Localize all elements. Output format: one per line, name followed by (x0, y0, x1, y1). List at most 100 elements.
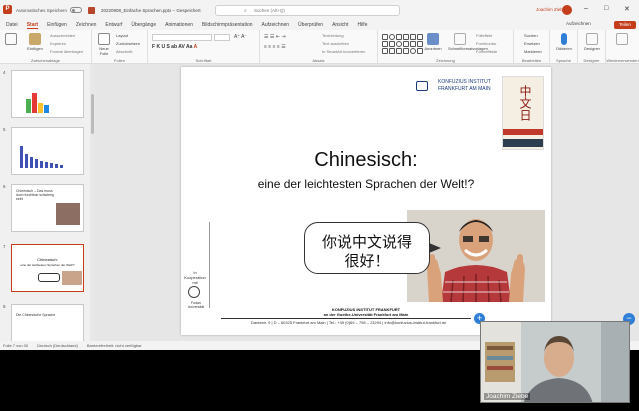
designer-group: Designer Designer (578, 30, 606, 64)
tab-ueberpruefen[interactable]: Überprüfen (298, 22, 323, 28)
speech-bubble: 你说中文说得 很好！ (304, 222, 441, 274)
tab-zeichnen[interactable]: Zeichnen (76, 22, 97, 28)
minimize-icon[interactable]: – (584, 5, 588, 12)
language-indicator[interactable]: Deutsch (Deutschland) (37, 343, 78, 348)
book-cover-image: 中文日 (502, 76, 544, 150)
paragraph-group-label: Absatz (312, 58, 325, 63)
accessibility-status[interactable]: Barrierefreiheit: nicht verfügbar (87, 343, 142, 348)
thumb-text: Chinesisch – Das muss doch furchtbar sch… (16, 189, 54, 201)
thumb-bar (38, 103, 43, 113)
shape-outline-button[interactable]: Formkontur (476, 41, 496, 46)
arrange-label: Anordnen (424, 46, 442, 51)
save-icon[interactable] (88, 6, 96, 14)
thumb-title: Chinesisch: (37, 257, 58, 262)
slide-title: Chinesisch: (314, 149, 418, 171)
thumb-bar (32, 93, 37, 113)
format-painter-button[interactable]: Format übertragen (50, 49, 83, 54)
shapes-gallery[interactable] (382, 34, 423, 56)
tab-datei[interactable]: Datei (6, 22, 18, 28)
record-button[interactable]: Aufzeichnen (566, 21, 591, 26)
tab-bildschirmpraesentation[interactable]: Bildschirmpräsentation (202, 22, 253, 28)
replace-button[interactable]: Ersetzen (524, 41, 540, 46)
thumbnail-slide-8[interactable]: Die Chinesische Sprache (11, 304, 84, 341)
shape-effects-button[interactable]: Formeffekte (476, 49, 497, 54)
fudan-seal-logo (188, 286, 200, 298)
list-buttons[interactable]: ☰ ☰ ⇤ ⇥ (264, 34, 286, 40)
share-button[interactable]: Teilen (614, 21, 636, 29)
reuse-button[interactable] (613, 33, 631, 46)
text-direction-button[interactable]: Textrichtung (322, 33, 344, 38)
logo-line2: FRANKFURT AM MAIN (438, 86, 491, 92)
participant-video[interactable]: Joachim Ziebe (480, 321, 630, 403)
konfuzius-institut-logo: KONFUZIUS INSTITUT FRANKFURT AM MAIN (416, 78, 496, 94)
thumb-bar (60, 165, 63, 168)
align-text-button[interactable]: Text ausrichten (322, 41, 349, 46)
thumbnail-slide-4[interactable] (11, 70, 84, 118)
thumbnail-slide-7[interactable]: Chinesisch: eine der leichtesten Sprache… (11, 244, 84, 292)
ribbon-tabs: Datei Start Einfügen Zeichnen Entwurf Üb… (0, 20, 639, 30)
current-slide[interactable]: KONFUZIUS INSTITUT FRANKFURT AM MAIN 中文日… (181, 67, 551, 335)
align-buttons[interactable]: ≡ ≡ ≡ ≡ ☰ (264, 44, 286, 50)
video-svg (481, 322, 629, 402)
designer-icon (586, 33, 598, 45)
search-placeholder: Suchen (Alt+Q) (254, 8, 285, 13)
tab-einfuegen[interactable]: Einfügen (47, 22, 67, 28)
new-slide-icon (98, 33, 110, 45)
autosave-toggle[interactable] (70, 7, 83, 13)
scrollbar-thumb[interactable] (91, 94, 94, 134)
footer-divider (221, 318, 471, 319)
maximize-icon[interactable]: □ (604, 5, 608, 12)
section-button[interactable]: Abschnitt (116, 49, 132, 54)
undo-icon (5, 33, 17, 45)
book-band (503, 139, 543, 147)
participant-name: Joachim Ziebe (484, 393, 531, 400)
thumbnail-slide-5[interactable] (11, 127, 84, 175)
tab-hilfe[interactable]: Hilfe (357, 22, 367, 28)
new-slide-button[interactable]: Neue Folie (95, 33, 113, 56)
font-style-buttons[interactable]: F K U S ab AV Aa A (152, 44, 197, 50)
tab-ansicht[interactable]: Ansicht (332, 22, 348, 28)
document-name[interactable]: 20220908_Einfache Sprachen.pptx – Gespei… (101, 8, 201, 13)
close-icon[interactable]: ✕ (624, 5, 630, 13)
reset-button[interactable]: Zurücksetzen (116, 41, 140, 46)
font-size-select[interactable] (214, 34, 230, 41)
grow-font-icon[interactable]: A⁺ A⁻ (234, 34, 247, 40)
find-button[interactable]: Suchen (524, 33, 538, 38)
smartart-button[interactable]: In SmartArt konvertieren (322, 49, 365, 54)
arrange-icon (427, 33, 439, 45)
thumbnail-slide-6[interactable]: Chinesisch – Das muss doch furchtbar sch… (11, 184, 84, 232)
tab-entwurf[interactable]: Entwurf (105, 22, 122, 28)
tab-animationen[interactable]: Animationen (165, 22, 193, 28)
font-family-select[interactable] (152, 34, 212, 41)
arrange-button[interactable]: Anordnen (424, 33, 442, 51)
bubble-line2: 很好！ (344, 253, 390, 270)
quick-styles-button[interactable]: Schnellformatvorlagen (448, 33, 488, 51)
avatar[interactable] (562, 5, 572, 15)
slides-group: Neue Folie Layout Zurücksetzen Abschnitt… (92, 30, 148, 64)
cut-button[interactable]: Ausschneiden (50, 33, 75, 38)
tab-uebergaenge[interactable]: Übergänge (131, 22, 156, 28)
paragraph-group: ☰ ☰ ⇤ ⇥ ≡ ≡ ≡ ≡ ☰ Textrichtung Text ausr… (260, 30, 378, 64)
layout-button[interactable]: Layout (116, 33, 128, 38)
tab-start[interactable]: Start (26, 22, 39, 29)
autosave-label: Automatisches Speichern (16, 7, 68, 13)
dictate-button[interactable]: Diktieren (555, 33, 573, 51)
editing-group: Suchen Ersetzen Markieren Bearbeiten (514, 30, 550, 64)
font-group: A⁺ A⁻ F K U S ab AV Aa A Schriftart (148, 30, 260, 64)
undo-button[interactable] (2, 33, 20, 46)
user-name[interactable]: Joachim Ziebe (536, 7, 565, 12)
thumb-photo (62, 271, 82, 285)
thumb-bar (25, 154, 28, 168)
copy-button[interactable]: Kopieren (50, 41, 66, 46)
book-title: 中文日 (518, 85, 532, 121)
paste-button[interactable]: Einfügen (26, 33, 44, 51)
tab-aufzeichnen[interactable]: Aufzeichnen (262, 22, 290, 28)
shape-fill-button[interactable]: Fülleffekt (476, 33, 492, 38)
search-input[interactable]: ⌕ Suchen (Alt+Q) (215, 5, 400, 16)
voice-group-label: Sprache (556, 58, 571, 63)
select-button[interactable]: Markieren (524, 49, 542, 54)
reuse-icon (616, 33, 628, 45)
voice-group: Diktieren Sprache (550, 30, 578, 64)
designer-button[interactable]: Designer (583, 33, 601, 51)
thumb-bar (26, 99, 31, 113)
